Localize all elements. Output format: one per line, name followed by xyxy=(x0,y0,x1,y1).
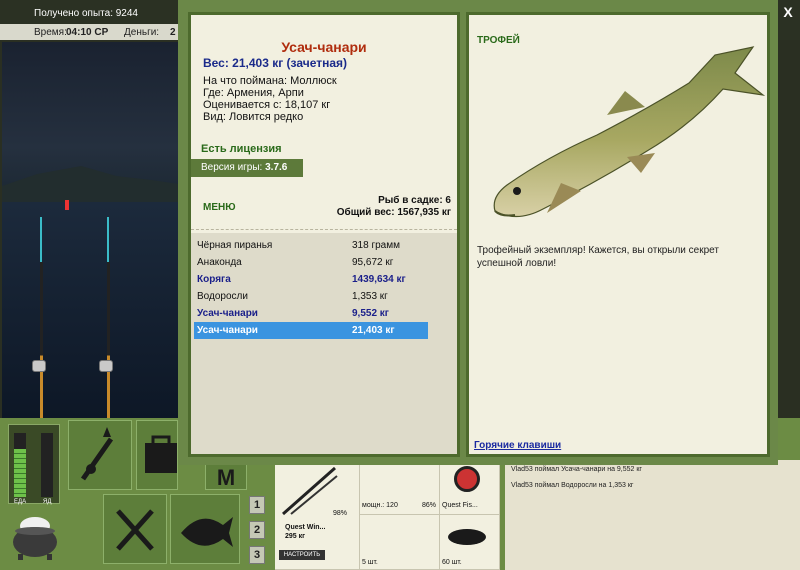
reel-percent: 86% xyxy=(422,502,437,509)
valued-from: Оценивается с: 18,107 кг xyxy=(203,99,331,111)
rod-slot-icon xyxy=(282,466,338,516)
rarity: Вид: Ловится редко xyxy=(203,111,304,123)
fish-details-panel: Усач-чанари Вес: 21,403 кг (зачетная) На… xyxy=(188,12,460,457)
time-value: 04:10 СР xyxy=(66,27,109,38)
caught-with: На что поймана: Моллюск xyxy=(203,75,337,87)
poison-label: ЯД xyxy=(43,499,52,505)
version-value: 3.7.6 xyxy=(265,162,288,173)
rod-weight: 295 кг xyxy=(285,533,306,540)
mountains xyxy=(2,166,178,202)
catch-row[interactable]: Водоросли 1,353 кг xyxy=(194,288,428,305)
fish-guide-button[interactable] xyxy=(170,494,240,564)
catch-row[interactable]: Коряга 1439,634 кг xyxy=(194,271,428,288)
money-value: 2 xyxy=(170,27,176,38)
game-version: Версия игры: 3.7.6 xyxy=(191,159,303,177)
map-button[interactable]: M xyxy=(205,464,247,490)
tackle-box-icon xyxy=(145,435,177,473)
fish-image xyxy=(493,46,766,218)
bait-count: 60 шт. xyxy=(442,559,462,566)
catch-weight: 95,672 кг xyxy=(352,257,394,268)
catch-name: Усач-чанари xyxy=(197,308,258,319)
trophy-description: Трофейный экземпляр! Кажется, вы открыли… xyxy=(477,245,719,269)
close-icon[interactable]: X xyxy=(780,4,796,20)
lure-slot[interactable]: 5 шт. xyxy=(360,515,440,570)
line-spool-icon xyxy=(454,466,480,492)
catch-log: Vlad53 поймал Усача-чанари на 9,552 кг V… xyxy=(505,460,800,570)
fishing-scene[interactable] xyxy=(2,42,178,418)
catch-row[interactable]: Чёрная пиранья 318 грамм xyxy=(194,237,428,254)
slot-1-button[interactable]: 1 xyxy=(249,496,265,514)
hotkeys-link[interactable]: Горячие клавиши xyxy=(474,440,561,451)
fish-info-dialog: Усач-чанари Вес: 21,403 кг (зачетная) На… xyxy=(178,0,778,465)
status-meters: ЕДА ЯД xyxy=(8,424,60,505)
catch-weight: 1,353 кг xyxy=(352,291,388,302)
fork-knife-icon xyxy=(116,509,154,551)
total-weight: Общий вес: 1567,935 кг xyxy=(336,207,451,218)
rod-icon xyxy=(80,427,114,481)
mussel-bait-icon xyxy=(448,529,486,545)
divider xyxy=(191,229,457,230)
menu-button[interactable]: МЕНЮ xyxy=(203,202,236,213)
catch-row[interactable]: Усач-чанари 9,552 кг xyxy=(194,305,428,322)
catch-row-selected[interactable]: Усач-чанари 21,403 кг xyxy=(194,322,428,339)
rod-tackle-button[interactable] xyxy=(68,420,132,490)
catch-name: Водоросли xyxy=(197,291,248,302)
version-label: Версия игры: xyxy=(201,162,266,173)
catch-weight: 9,552 кг xyxy=(352,308,389,319)
reel-left-icon xyxy=(32,360,46,372)
reel-info: мощн.: 120 xyxy=(362,502,398,509)
reel-right-icon xyxy=(99,360,113,372)
license-status: Есть лицензия xyxy=(201,143,282,155)
catch-weight: 318 грамм xyxy=(352,240,400,251)
poison-meter xyxy=(41,433,53,497)
log-entry: Vlad53 поймал Водоросли на 1,353 кг xyxy=(511,482,634,489)
rod-tip-right xyxy=(107,217,109,262)
food-meter-fill xyxy=(14,449,26,497)
catch-weight: 21,403 кг xyxy=(352,325,395,336)
float-bobber xyxy=(65,200,69,210)
rod-tip-left xyxy=(40,217,42,262)
catch-row[interactable]: Анаконда 95,672 кг xyxy=(194,254,428,271)
rod-name: Quest Win... xyxy=(285,524,326,531)
setup-button[interactable]: НАСТРОИТЬ xyxy=(279,550,325,560)
food-button[interactable] xyxy=(103,494,167,564)
line-slot[interactable]: Quest Fis... xyxy=(440,460,500,515)
fish-weight: Вес: 21,403 кг (зачетная) xyxy=(203,56,348,70)
catch-name: Чёрная пиранья xyxy=(197,240,273,251)
rod-slot[interactable]: 98% Quest Win... 295 кг НАСТРОИТЬ xyxy=(275,460,360,570)
line-name: Quest Fis... xyxy=(442,502,478,509)
fishing-rod-left[interactable] xyxy=(40,262,43,418)
food-label: ЕДА xyxy=(14,499,27,505)
experience-text: Получено опыта: 9244 xyxy=(34,8,138,19)
slot-3-button[interactable]: 3 xyxy=(249,546,265,564)
catch-location: Где: Армения, Арпи xyxy=(203,87,304,99)
slot-2-button[interactable]: 2 xyxy=(249,521,265,539)
fishing-rod-right[interactable] xyxy=(107,262,110,418)
bait-slot[interactable]: 60 шт. xyxy=(440,515,500,570)
catch-name: Усач-чанари xyxy=(197,325,258,336)
catch-weight: 1439,634 кг xyxy=(352,274,406,285)
food-meter xyxy=(14,433,26,497)
equipment-panel: 98% Quest Win... 295 кг НАСТРОИТЬ мощн.:… xyxy=(275,460,500,570)
cage-count: Рыб в садке: 6 xyxy=(378,195,451,206)
fish-title: Усач-чанари xyxy=(281,39,367,55)
cage-summary: Рыб в садке: 6 Общий вес: 1567,935 кг xyxy=(337,195,451,219)
log-entry: Vlad53 поймал Усача-чанари на 9,552 кг xyxy=(511,466,642,473)
cauldron-icon[interactable] xyxy=(10,512,60,560)
reel-slot[interactable]: мощн.: 120 86% xyxy=(360,460,440,515)
water xyxy=(2,202,178,418)
trophy-panel: ТРОФЕЙ Трофейный экземпляр! Кажется, вы … xyxy=(466,12,770,457)
rod-percent: 98% xyxy=(333,510,348,517)
fish-icon xyxy=(181,517,233,547)
money-label: Деньги: xyxy=(124,27,160,38)
tackle-box-button[interactable] xyxy=(136,420,178,490)
catch-name: Коряга xyxy=(197,274,231,285)
catch-list: Чёрная пиранья 318 грамм Анаконда 95,672 к… xyxy=(191,233,457,454)
lure-count: 5 шт. xyxy=(362,559,378,566)
time-money-bar: Время: 04:10 СР Деньги: 2 xyxy=(0,24,200,40)
time-label: Время: xyxy=(34,27,67,38)
catch-name: Анаконда xyxy=(197,257,242,268)
